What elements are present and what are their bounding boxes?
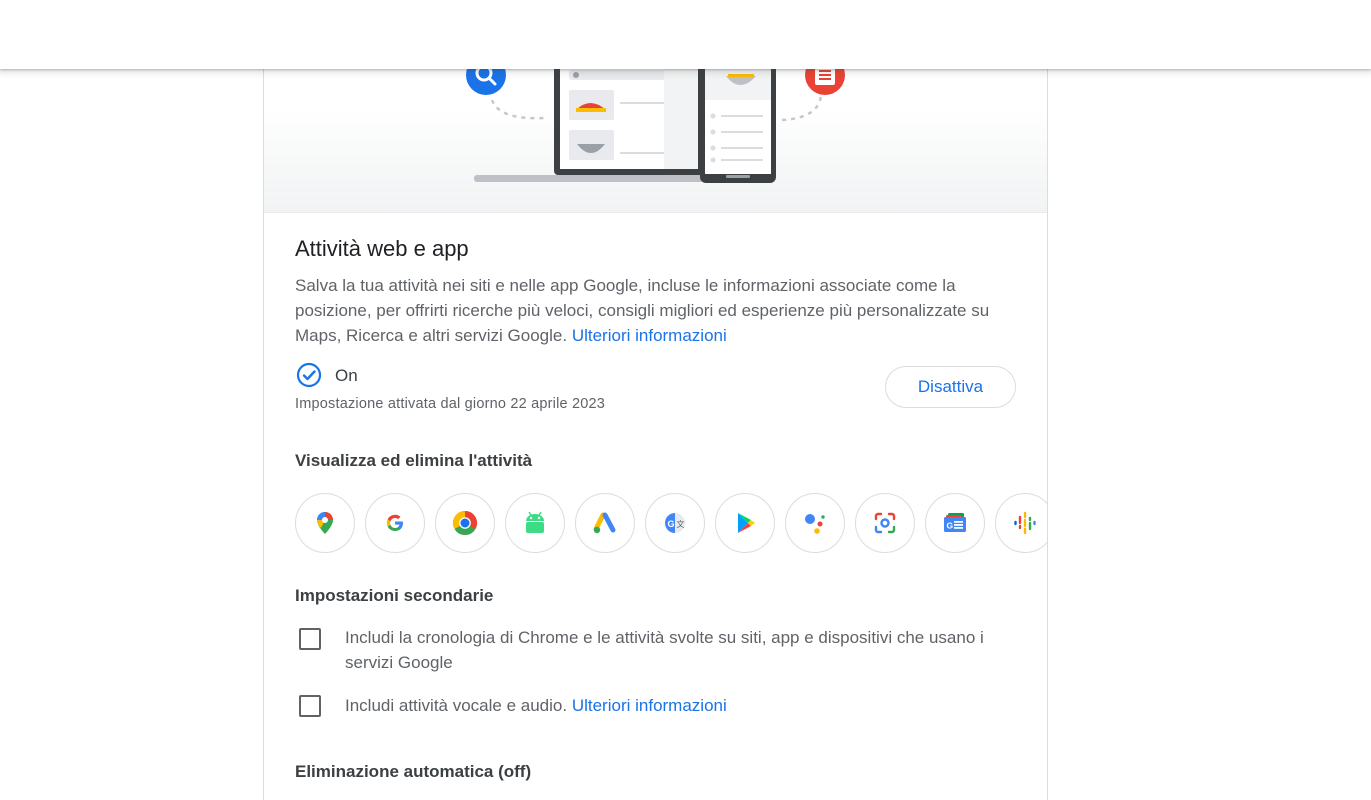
voice-audio-checkbox[interactable] xyxy=(299,695,321,717)
section-title: Attività web e app xyxy=(295,236,469,261)
svg-text:文: 文 xyxy=(677,519,685,529)
voice-learn-more-link[interactable]: Ulteriori informazioni xyxy=(572,696,727,715)
google-translate-icon: G 文 xyxy=(665,513,685,533)
chrome-icon xyxy=(452,511,478,536)
podcasts-app-button[interactable] xyxy=(995,493,1047,553)
chrome-history-checkbox[interactable] xyxy=(299,628,321,650)
status-label: On xyxy=(335,366,358,385)
google-news-icon: G xyxy=(944,513,966,532)
voice-audio-label: Includi attività vocale e audio. Ulterio… xyxy=(345,693,1025,718)
voice-audio-text: Includi attività vocale e audio. xyxy=(345,696,568,715)
lens-app-button[interactable] xyxy=(855,493,915,553)
svg-text:G: G xyxy=(668,519,675,529)
news-app-button[interactable]: G xyxy=(925,493,985,553)
top-app-bar xyxy=(0,0,1371,69)
learn-more-link[interactable]: Ulteriori informazioni xyxy=(572,326,727,345)
app-icons-row: G 文 G xyxy=(295,493,1047,553)
status-date: Impostazione attivata dal giorno 22 apri… xyxy=(295,396,606,412)
activity-card: Attività web e app Salva la tua attività… xyxy=(263,40,1048,800)
google-icon xyxy=(386,514,403,531)
google-play-icon xyxy=(738,513,755,533)
check-circle-icon xyxy=(296,362,322,388)
maps-icon xyxy=(317,512,333,534)
section-description: Salva la tua attività nei siti e nelle a… xyxy=(295,273,1025,348)
google-app-button[interactable] xyxy=(365,493,425,553)
android-icon xyxy=(526,511,544,533)
maps-app-button[interactable] xyxy=(295,493,355,553)
view-delete-title: Visualizza ed elimina l'attività xyxy=(295,451,533,470)
google-lens-icon xyxy=(874,512,896,534)
google-assistant-icon xyxy=(805,514,825,534)
play-app-button[interactable] xyxy=(715,493,775,553)
svg-text:G: G xyxy=(947,521,954,531)
google-ads-icon xyxy=(593,512,616,534)
google-podcasts-icon xyxy=(1014,511,1036,535)
chrome-app-button[interactable] xyxy=(435,493,495,553)
auto-delete-title: Eliminazione automatica (off) xyxy=(295,762,532,781)
android-app-button[interactable] xyxy=(505,493,565,553)
disable-button[interactable]: Disattiva xyxy=(885,366,1016,408)
chrome-history-label: Includi la cronologia di Chrome e le att… xyxy=(345,628,984,672)
secondary-settings-title: Impostazioni secondarie xyxy=(295,586,494,605)
assistant-app-button[interactable] xyxy=(785,493,845,553)
translate-app-button[interactable]: G 文 xyxy=(645,493,705,553)
ads-app-button[interactable] xyxy=(575,493,635,553)
